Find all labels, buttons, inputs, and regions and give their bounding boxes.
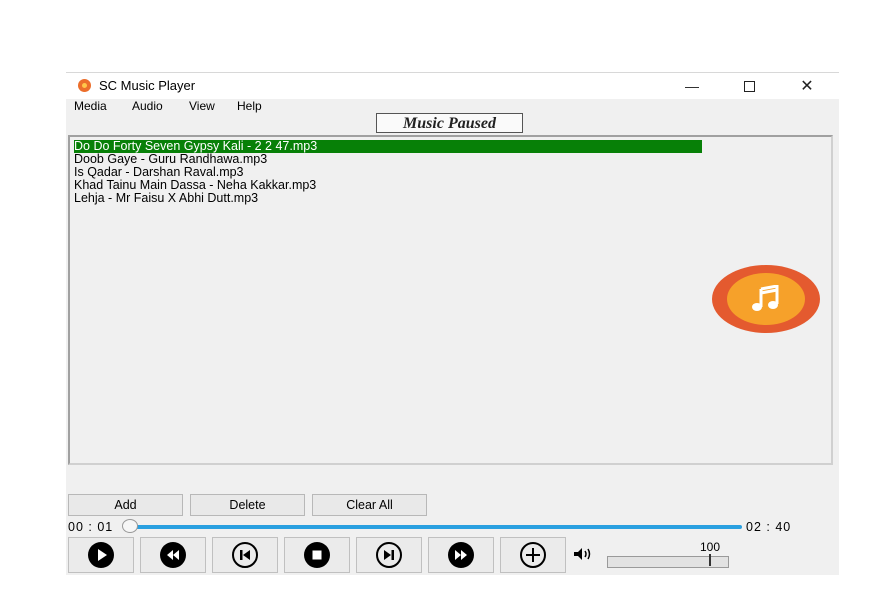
app-window: SC Music Player — ✕ Media Audio View Hel… <box>66 72 839 575</box>
volume-value: 100 <box>700 540 721 554</box>
elapsed-time: 00 : 01 <box>68 520 114 534</box>
skip-previous-icon <box>232 542 258 568</box>
stop-icon <box>304 542 330 568</box>
music-note-icon <box>727 273 805 325</box>
play-button[interactable] <box>68 537 134 573</box>
playlist-item[interactable]: Lehja - Mr Faisu X Abhi Dutt.mp3 <box>74 192 258 205</box>
maximize-icon <box>743 80 755 92</box>
menu-view[interactable]: View <box>189 99 215 113</box>
play-icon <box>88 542 114 568</box>
clear-all-button[interactable]: Clear All <box>312 494 427 516</box>
total-time: 02 : 40 <box>746 520 792 534</box>
menu-audio[interactable]: Audio <box>132 99 163 113</box>
status-label: Music Paused <box>376 113 523 133</box>
minimize-button[interactable]: — <box>669 73 715 99</box>
fast-forward-button[interactable] <box>428 537 494 573</box>
seek-bar[interactable] <box>132 525 742 529</box>
rewind-icon <box>160 542 186 568</box>
window-title: SC Music Player <box>99 78 196 93</box>
add-song-button[interactable] <box>500 537 566 573</box>
volume-slider-thumb[interactable] <box>709 554 711 566</box>
menu-media[interactable]: Media <box>74 99 107 113</box>
plus-circle-icon <box>520 542 546 568</box>
seek-handle[interactable] <box>122 519 138 533</box>
skip-next-icon <box>376 542 402 568</box>
speaker-icon[interactable] <box>573 547 593 561</box>
previous-button[interactable] <box>212 537 278 573</box>
add-button[interactable]: Add <box>68 494 183 516</box>
title-bar: SC Music Player — ✕ <box>66 73 839 99</box>
app-logo-icon <box>78 79 91 92</box>
menu-help[interactable]: Help <box>237 99 262 113</box>
stop-button[interactable] <box>284 537 350 573</box>
maximize-button[interactable] <box>726 73 772 99</box>
fast-forward-icon <box>448 542 474 568</box>
next-button[interactable] <box>356 537 422 573</box>
music-note-button[interactable] <box>712 265 820 333</box>
delete-button[interactable]: Delete <box>190 494 305 516</box>
rewind-button[interactable] <box>140 537 206 573</box>
close-button[interactable]: ✕ <box>784 73 830 99</box>
